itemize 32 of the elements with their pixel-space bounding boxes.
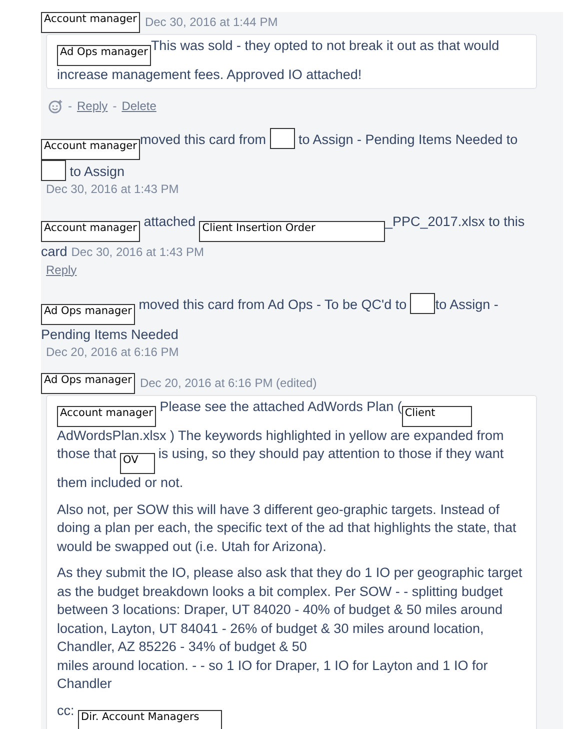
activity-text: Account manager moved this card from to Assign - Pending Items Needed to to Assign bbox=[41, 128, 563, 180]
redaction-box: OV bbox=[120, 453, 155, 474]
redaction-box: Ad Ops manager bbox=[41, 372, 135, 394]
redaction-box: Dir. Account Managers bbox=[78, 710, 222, 729]
timestamp: Dec 30, 2016 at 1:43 PM bbox=[46, 180, 180, 198]
comment-text: Also not, per SOW this will have 3 different geo-graphic targets. Instead of doing a plan per each, the specific text of the ad that highlights the state, that would be swapped out (i.e. Utah for Arizona). bbox=[57, 500, 518, 556]
redaction-box: Account manager bbox=[57, 406, 156, 426]
timestamp: Dec 30, 2016 at 1:44 PM bbox=[144, 14, 278, 31]
comment-text: Ad Ops manager This was sold - they opted to not break it out as that would increase management fees. Approved IO attached! bbox=[57, 37, 500, 84]
redaction-box bbox=[270, 128, 295, 148]
redaction-box: Ad Ops manager bbox=[57, 45, 151, 66]
add-reaction-icon[interactable] bbox=[48, 98, 63, 114]
redaction-box: Client bbox=[402, 406, 472, 426]
redaction-box: Ad Ops manager bbox=[41, 304, 135, 324]
reply-link[interactable]: Reply bbox=[46, 262, 77, 276]
redaction-box: Account manager bbox=[41, 138, 140, 160]
redaction-box: Client Insertion Order bbox=[199, 220, 386, 242]
activity-text: Account manager attached Client Insertion Order _PPC_2017.xlsx to this card Dec 30, 2016 at 1:43 PM bbox=[41, 212, 526, 260]
activity-text: Ad Ops manager moved this card from Ad Ops - To be QC'd to to Assign - Pending Items Needed bbox=[41, 292, 563, 344]
timestamp: Dec 20, 2016 at 6:16 PM (edited) bbox=[140, 374, 317, 392]
comment-text: As they submit the IO, please also ask that they do 1 IO per geographic target as the budget breakdown looks a bit complex. Per SOW - - splitting budget between 3 locations: Draper, UT 84020 - 40% of budget & 50 miles around location, Layton, UT 84041 - 26% of budget & 30 miles around location, Chandler, AZ 85226 - 34% of budget & 50 miles around location. - - so 1 IO for Draper, 1 IO for Layton and 1 IO for Chandler bbox=[57, 564, 524, 693]
redaction-box: Account manager bbox=[41, 220, 140, 242]
comment-text: cc: Dir. Account Managers bbox=[57, 702, 526, 729]
redaction-box: Account manager bbox=[41, 12, 140, 33]
action-link[interactable]: Reply bbox=[77, 99, 108, 113]
action-link[interactable]: Delete bbox=[122, 99, 156, 113]
timestamp: Dec 20, 2016 at 6:16 PM bbox=[46, 344, 180, 360]
comment-text: Account manager Please see the attached AdWords Plan ( Client AdWordsPlan.xlsx ) The keywords highlighted in yellow are expanded from those that OV is using, so they should pay attention to those if they want them included or not. bbox=[57, 398, 505, 492]
timestamp: Dec 30, 2016 at 1:43 PM bbox=[71, 244, 204, 258]
separator-dash: - bbox=[112, 99, 117, 113]
separator-dash: - bbox=[68, 99, 72, 113]
redaction-box bbox=[410, 292, 436, 314]
